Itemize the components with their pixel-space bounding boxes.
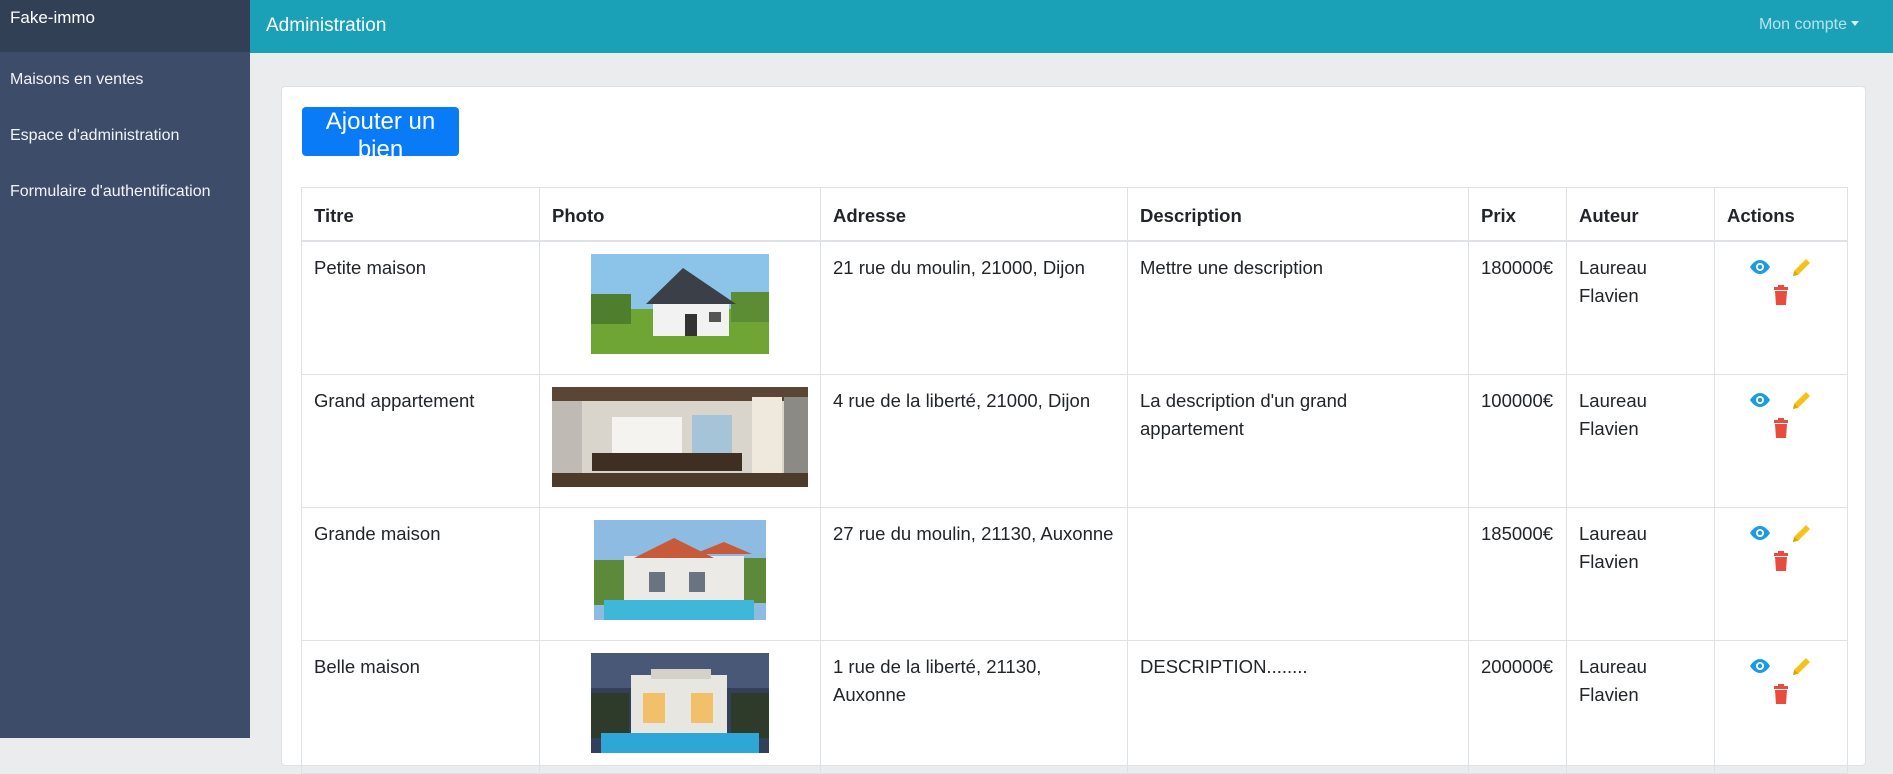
trash-icon[interactable] (1769, 416, 1793, 440)
cell-actions (1714, 507, 1848, 641)
cell-titre: Petite maison (301, 240, 540, 375)
pencil-icon[interactable] (1790, 521, 1814, 545)
pencil-icon[interactable] (1790, 255, 1814, 279)
sidebar-item-maisons[interactable]: Maisons en ventes (0, 52, 250, 108)
page-title: Administration (266, 15, 387, 36)
cell-adresse: 27 rue du moulin, 21130, Auxonne (820, 507, 1128, 641)
cell-description: Mettre une description (1127, 240, 1469, 375)
trash-icon[interactable] (1769, 682, 1793, 706)
cell-auteur: Laureau Flavien (1566, 507, 1715, 641)
pencil-icon[interactable] (1790, 388, 1814, 412)
cell-photo (539, 374, 821, 508)
column-header-adresse: Adresse (820, 187, 1128, 242)
cell-prix: 185000€ (1468, 507, 1567, 641)
top-navbar: Administration Mon compte (250, 0, 1893, 53)
cell-photo (539, 240, 821, 375)
table-row: Belle maison 1 rue de la liberté, 21130,… (301, 640, 1848, 774)
pencil-icon[interactable] (1790, 654, 1814, 678)
table-row: Grand appartement 4 rue de la liberté, 2… (301, 374, 1848, 508)
cell-titre: Belle maison (301, 640, 540, 774)
account-dropdown[interactable]: Mon compte (1759, 16, 1859, 34)
cell-photo (539, 640, 821, 774)
sidebar-item-authentification[interactable]: Formulaire d'authentification (0, 164, 250, 220)
apartment-photo (552, 387, 808, 487)
cell-photo (539, 507, 821, 641)
cell-actions (1714, 240, 1848, 375)
cell-prix: 180000€ (1468, 240, 1567, 375)
cell-actions (1714, 374, 1848, 508)
sidebar: Fake-immo Maisons en ventes Espace d'adm… (0, 0, 250, 738)
cell-prix: 100000€ (1468, 374, 1567, 508)
table-row: Grande maison 27 rue du moulin, 21130, A… (301, 507, 1848, 641)
brand-name[interactable]: Fake-immo (0, 0, 250, 52)
cell-actions (1714, 640, 1848, 774)
eye-icon[interactable] (1748, 521, 1772, 545)
add-property-button[interactable]: Ajouter un bien (302, 107, 459, 163)
cell-auteur: Laureau Flavien (1566, 374, 1715, 508)
cell-description (1127, 507, 1469, 641)
house-photo (594, 520, 766, 620)
trash-icon[interactable] (1769, 549, 1793, 573)
cell-titre: Grand appartement (301, 374, 540, 508)
column-header-prix: Prix (1468, 187, 1567, 242)
table-header-row: Titre Photo Adresse Description Prix Aut… (301, 187, 1848, 242)
eye-icon[interactable] (1748, 255, 1772, 279)
cell-adresse: 1 rue de la liberté, 21130, Auxonne (820, 640, 1128, 774)
content-card: Ajouter un bien Titre Photo Adresse Desc… (281, 86, 1866, 774)
cell-auteur: Laureau Flavien (1566, 240, 1715, 375)
cell-prix: 200000€ (1468, 640, 1567, 774)
eye-icon[interactable] (1748, 654, 1772, 678)
properties-table: Titre Photo Adresse Description Prix Aut… (301, 187, 1848, 774)
column-header-actions: Actions (1714, 187, 1848, 242)
account-label: Mon compte (1758, 16, 1847, 33)
column-header-photo: Photo (539, 187, 821, 242)
sidebar-item-administration[interactable]: Espace d'administration (0, 108, 250, 164)
table-row: Petite maison 21 rue du moulin, 21000, D… (301, 240, 1848, 375)
column-header-auteur: Auteur (1566, 187, 1715, 242)
column-header-description: Description (1127, 187, 1469, 242)
eye-icon[interactable] (1748, 388, 1772, 412)
cell-description: La description d'un grand appartement (1127, 374, 1469, 508)
column-header-titre: Titre (301, 187, 540, 242)
cell-titre: Grande maison (301, 507, 540, 641)
caret-down-icon (1851, 21, 1859, 26)
cell-adresse: 21 rue du moulin, 21000, Dijon (820, 240, 1128, 375)
house-photo (591, 254, 769, 354)
trash-icon[interactable] (1769, 283, 1793, 307)
house-photo (591, 653, 769, 753)
cell-description: DESCRIPTION........ (1127, 640, 1469, 774)
cell-adresse: 4 rue de la liberté, 21000, Dijon (820, 374, 1128, 508)
cell-auteur: Laureau Flavien (1566, 640, 1715, 774)
